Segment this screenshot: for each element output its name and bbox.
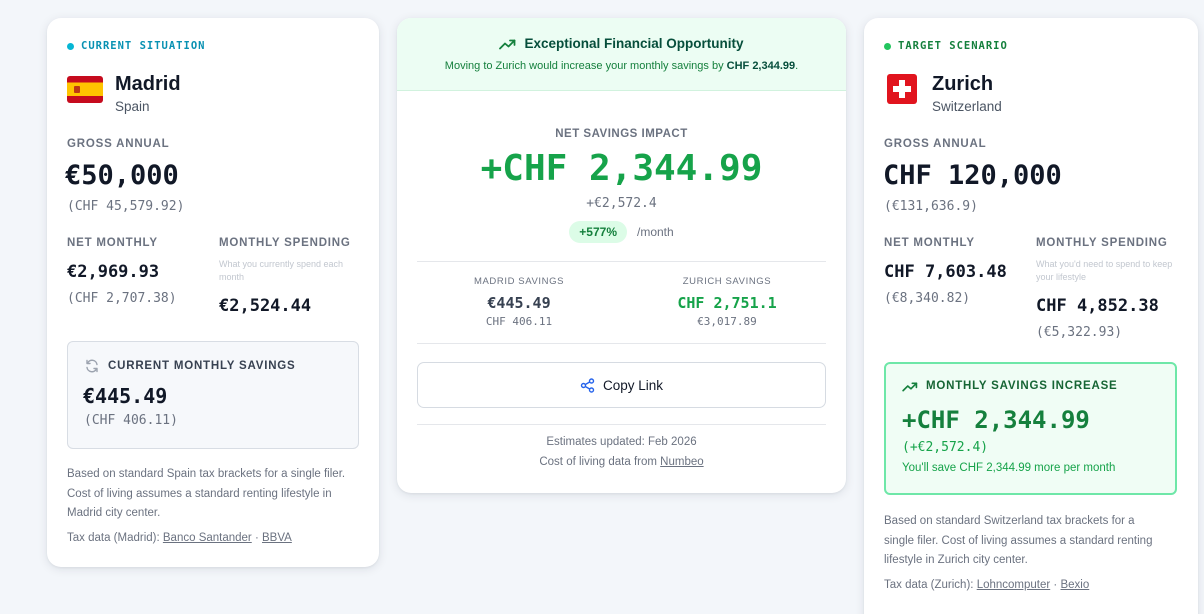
current-city: Madrid Spain	[67, 72, 181, 114]
target-footnote-line: lifestyle in Zurich city center.	[884, 554, 1028, 566]
monthly-spending-label: MONTHLY SPENDING	[1036, 237, 1168, 249]
trending-up-icon	[902, 381, 918, 391]
zurich-savings-converted: €3,017.89	[697, 315, 757, 328]
lohncomputer-link[interactable]: Lohncomputer	[977, 579, 1051, 591]
current-country-name: Spain	[115, 99, 150, 114]
current-situation-label: CURRENT SITUATION	[81, 40, 206, 52]
share-icon	[580, 377, 595, 393]
savings-increase-value: +CHF 2,344.99	[902, 406, 1090, 434]
impact-percent-row: +577% /month	[397, 221, 846, 243]
madrid-savings-column: MADRID SAVINGS €445.49 CHF 406.11	[417, 276, 621, 328]
separator: ·	[254, 531, 259, 544]
savings-increase-converted: (+€2,572.4)	[902, 440, 989, 455]
savings-increase-label: MONTHLY SAVINGS INCREASE	[926, 380, 1118, 392]
net-monthly-value: CHF 7,603.48	[884, 262, 1007, 282]
cost-of-living-source: Cost of living data from Numbeo	[397, 456, 846, 468]
net-monthly-converted: (CHF 2,707.38)	[67, 291, 177, 306]
gross-annual-converted: (CHF 45,579.92)	[67, 199, 185, 214]
net-savings-impact-converted: +€2,572.4	[586, 196, 657, 211]
madrid-savings-value: €445.49	[487, 294, 551, 312]
current-savings-label: CURRENT MONTHLY SAVINGS	[108, 360, 296, 372]
target-footnote: Based on standard Switzerland tax bracke…	[884, 512, 1184, 595]
switzerland-flag-icon	[887, 74, 917, 104]
monthly-spending-value[interactable]: CHF 4,852.38	[1036, 296, 1159, 316]
gross-annual-converted: (€131,636.9)	[884, 199, 978, 214]
tax-data-prefix: Tax data (Madrid):	[67, 531, 160, 544]
spain-flag-icon	[67, 76, 103, 103]
estimates-updated: Estimates updated: Feb 2026	[546, 436, 697, 448]
target-footnote-line: Based on standard Switzerland tax bracke…	[884, 515, 1135, 527]
trending-up-icon	[499, 39, 516, 49]
net-monthly-value: €2,969.93	[67, 262, 160, 282]
status-dot-icon	[884, 42, 891, 50]
savings-increase-box: MONTHLY SAVINGS INCREASE +CHF 2,344.99 (…	[884, 362, 1177, 495]
current-savings-box: CURRENT MONTHLY SAVINGS €445.49 (CHF 406…	[67, 341, 359, 449]
current-situation-card: CURRENT SITUATION Madrid Spain GROSS ANN…	[47, 18, 379, 567]
current-savings-value: €445.49	[83, 384, 168, 408]
savings-increase-note: You'll save CHF 2,344.99 more per month	[902, 462, 1116, 474]
current-city-name: Madrid	[115, 73, 181, 95]
cost-source-prefix: Cost of living data from	[539, 456, 657, 468]
target-scenario-card: TARGET SCENARIO Zurich Switzerland GROSS…	[864, 18, 1198, 614]
net-savings-impact-label: NET SAVINGS IMPACT	[555, 128, 688, 140]
net-monthly-label: NET MONTHLY	[67, 237, 158, 249]
bexio-link[interactable]: Bexio	[1060, 579, 1089, 591]
target-scenario-tag: TARGET SCENARIO	[884, 40, 1008, 52]
status-dot-icon	[67, 42, 74, 50]
current-savings-converted: (CHF 406.11)	[84, 413, 178, 428]
percent-badge: +577%	[569, 221, 627, 243]
banco-santander-link[interactable]: Banco Santander	[163, 532, 252, 544]
net-monthly-label: NET MONTHLY	[884, 237, 975, 249]
monthly-spending-hint: What you'd need to spend to keep your li…	[1036, 259, 1173, 282]
madrid-savings-label: MADRID SAVINGS	[473, 276, 565, 287]
target-tax-sources: Tax data (Zurich): Lohncomputer · Bexio	[884, 576, 1184, 596]
target-city-name: Zurich	[932, 73, 994, 95]
banner-sub-text: Moving to Zurich would increase your mon…	[444, 60, 724, 72]
banner-sub-suffix: .	[795, 60, 799, 72]
refresh-icon	[86, 359, 98, 373]
divider	[417, 424, 826, 425]
target-country-name: Switzerland	[932, 99, 1002, 114]
gross-annual-value[interactable]: CHF 120,000	[883, 160, 1062, 191]
zurich-savings-value: CHF 2,751.1	[677, 294, 777, 312]
current-footnote-line: Based on standard Spain tax brackets for…	[67, 468, 346, 480]
banner-title: Exceptional Financial Opportunity	[397, 36, 846, 51]
copy-link-button[interactable]: Copy Link	[417, 362, 826, 408]
current-footnote-line: Madrid city center.	[67, 507, 161, 519]
banner-sub-amount: CHF 2,344.99	[726, 60, 796, 72]
net-monthly-converted: (€8,340.82)	[884, 291, 971, 306]
zurich-savings-column: ZURICH SAVINGS CHF 2,751.1 €3,017.89	[622, 276, 832, 328]
madrid-savings-converted: CHF 406.11	[485, 315, 553, 328]
monthly-spending-value[interactable]: €2,524.44	[219, 296, 311, 316]
current-footnote-line: Cost of living assumes a standard rentin…	[67, 487, 332, 500]
monthly-spending-label: MONTHLY SPENDING	[219, 237, 351, 249]
divider	[417, 343, 826, 344]
gross-annual-label: GROSS ANNUAL	[67, 138, 170, 150]
zurich-savings-label: ZURICH SAVINGS	[682, 276, 772, 287]
net-savings-impact-value: +CHF 2,344.99	[480, 148, 763, 189]
gross-annual-value: €50,000	[65, 160, 179, 191]
target-scenario-label: TARGET SCENARIO	[898, 40, 1008, 52]
savings-increase-title: MONTHLY SAVINGS INCREASE	[902, 380, 1118, 392]
target-footnote-line: single filer. Cost of living assumes a s…	[884, 534, 1153, 547]
current-tax-sources: Tax data (Madrid): Banco Santander · BBV…	[67, 529, 367, 549]
gross-annual-label: GROSS ANNUAL	[884, 138, 987, 150]
target-city: Zurich Switzerland	[884, 72, 1002, 114]
impact-card: Exceptional Financial Opportunity Moving…	[397, 18, 846, 493]
numbeo-link[interactable]: Numbeo	[660, 456, 703, 468]
current-savings-title: CURRENT MONTHLY SAVINGS	[84, 358, 296, 374]
bbva-link[interactable]: BBVA	[262, 532, 292, 544]
copy-link-label: Copy Link	[602, 377, 664, 393]
per-month-label: /month	[637, 225, 674, 239]
separator: ·	[1053, 578, 1058, 591]
monthly-spending-hint: What you currently spend each month	[219, 259, 344, 282]
monthly-spending-converted: (€5,322.93)	[1036, 325, 1123, 340]
banner-title-text: Exceptional Financial Opportunity	[524, 36, 744, 51]
opportunity-banner: Exceptional Financial Opportunity Moving…	[397, 18, 846, 91]
current-footnote: Based on standard Spain tax brackets for…	[67, 465, 367, 548]
tax-data-prefix: Tax data (Zurich):	[884, 578, 974, 591]
current-situation-tag: CURRENT SITUATION	[67, 40, 205, 52]
divider	[417, 261, 826, 262]
banner-subtitle: Moving to Zurich would increase your mon…	[397, 60, 846, 72]
